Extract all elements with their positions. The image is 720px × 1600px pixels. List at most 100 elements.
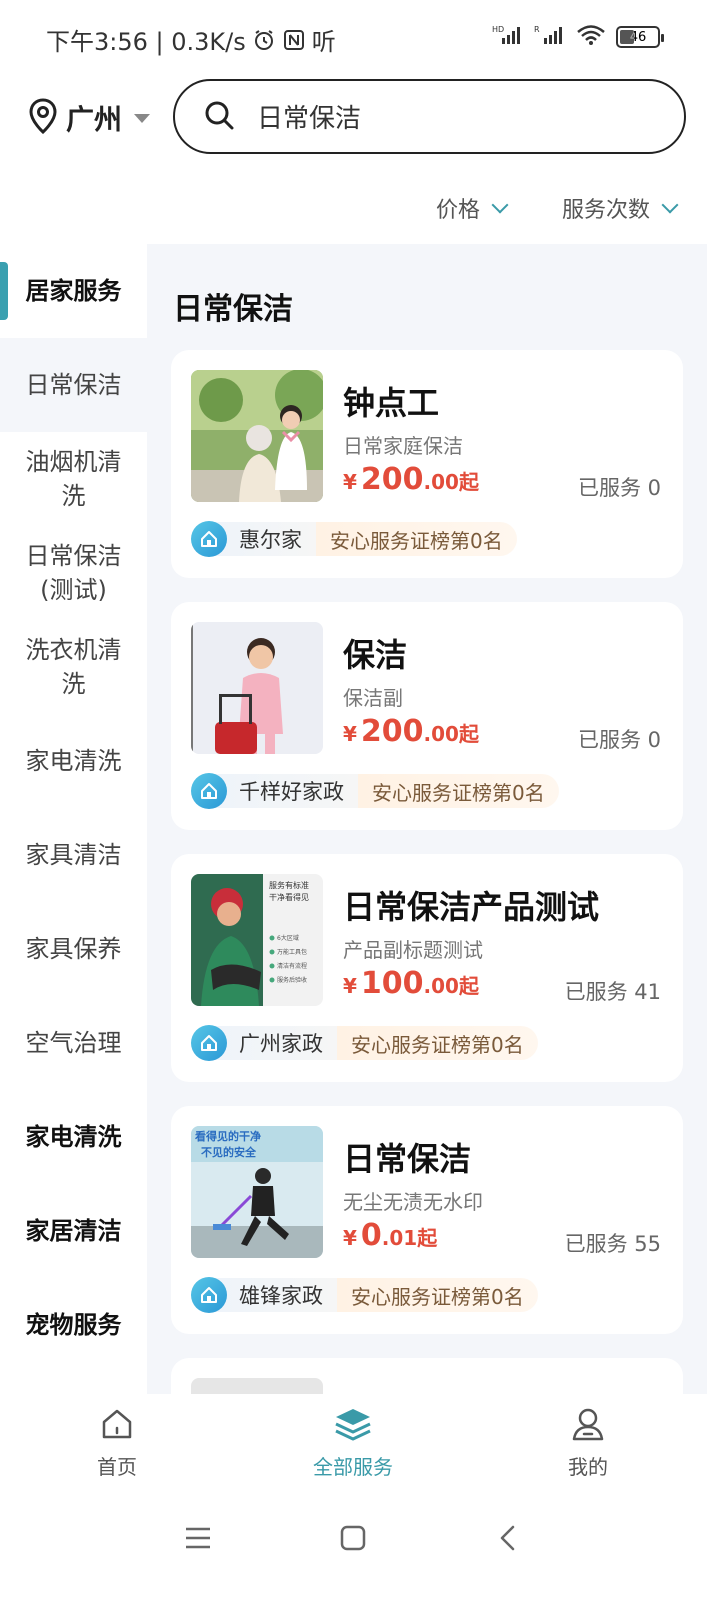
signal-hd-icon: HD [492, 24, 524, 50]
price-currency: ¥ [343, 1226, 357, 1250]
filter-service-count-label: 服务次数 [562, 198, 651, 223]
filter-price-label: 价格 [436, 198, 481, 223]
price-integer: 200 [360, 714, 424, 749]
sidebar-item-label: 空气治理 [25, 1029, 122, 1057]
sidebar-item-daily-cleaning[interactable]: 日常保洁 [0, 338, 147, 432]
filter-service-count[interactable]: 服务次数 [562, 192, 679, 224]
price-currency: ¥ [343, 722, 357, 746]
shop-tags: 千样好家政 安心服务证榜第0名 [191, 773, 559, 809]
service-price: ¥ 200 .00起 [343, 714, 479, 749]
user-icon [570, 1406, 606, 1447]
home-icon [99, 1406, 135, 1447]
signal-r-icon: R [534, 24, 566, 50]
back-icon[interactable] [494, 1524, 522, 1556]
location-pin-icon [28, 98, 58, 138]
served-count: 已服务 0 [577, 728, 661, 752]
service-name: 钟点工 [343, 384, 440, 422]
svg-text:HD: HD [492, 25, 504, 34]
sidebar-item-appliance-cleaning-category[interactable]: 家电清洗 [0, 1090, 147, 1184]
sidebar-item-furniture-cleaning[interactable]: 家具清洁 [0, 808, 147, 902]
wifi-icon [576, 24, 606, 50]
service-name: 日常保洁 [343, 1140, 472, 1178]
category-sidebar: 居家服务 日常保洁 油烟机清洗 日常保洁(测试) 洗衣机清洗 家电清洗 家具清洁… [0, 244, 147, 1394]
service-price: ¥ 200 .00起 [343, 462, 479, 497]
search-icon [203, 99, 235, 135]
sidebar-item-home-cleaning[interactable]: 家居清洁 [0, 1184, 147, 1278]
service-card[interactable]: 看得见的干净 不见的安全 日常保洁 无尘无渍无水印 ¥ 0 .01起 已服务 5… [171, 1106, 683, 1334]
nav-label: 首页 [97, 1455, 137, 1479]
home-square-icon[interactable] [339, 1524, 367, 1556]
sidebar-item-pet-service[interactable]: 宠物服务 [0, 1278, 147, 1372]
service-subtitle: 日常家庭保洁 [343, 434, 463, 458]
header: 广州 日常保洁 [0, 78, 720, 158]
service-card[interactable]: 钟点工 日常家庭保洁 ¥ 200 .00起 已服务 0 惠尔家 安心服务证榜第0… [171, 350, 683, 578]
menu-icon[interactable] [184, 1524, 212, 1556]
sidebar-item-label: 家居清洁 [25, 1217, 122, 1245]
chevron-down-icon [491, 196, 509, 214]
price-decimal: .00起 [423, 470, 479, 494]
image-text: 不见的安全 [201, 1145, 257, 1159]
served-count: 已服务 0 [577, 476, 661, 500]
sidebar-item-daily-cleaning-test[interactable]: 日常保洁(测试) [19, 526, 129, 620]
chevron-down-icon [661, 196, 679, 214]
status-time-speed: 下午3:56 | 0.3K/s [46, 28, 246, 56]
rank-badge: 安心服务证榜第0名 [358, 774, 559, 808]
sidebar-item-label: 家电清洗 [25, 747, 122, 775]
sidebar-item-label: 居家服务 [25, 277, 122, 305]
svg-text:R: R [534, 25, 540, 34]
status-right: HD R 46 [492, 24, 664, 50]
shop-tags: 广州家政 安心服务证榜第0名 [191, 1025, 538, 1061]
battery-level: 46 [629, 29, 647, 45]
service-list: 日常保洁 钟点工 日常家庭保洁 ¥ 200 .00起 已服务 0 惠尔家 安心服… [147, 244, 707, 1394]
search-value: 日常保洁 [257, 104, 362, 134]
bottom-nav: 首页 全部服务 我的 [0, 1394, 720, 1494]
nav-label: 我的 [568, 1455, 608, 1479]
filter-price[interactable]: 价格 [436, 192, 509, 224]
sidebar-item-label: 家电清洗 [25, 1123, 122, 1151]
service-subtitle: 产品副标题测试 [343, 938, 483, 962]
shop-tags: 惠尔家 安心服务证榜第0名 [191, 521, 517, 557]
service-card[interactable]: 保洁 保洁副 ¥ 200 .00起 已服务 0 千样好家政 安心服务证榜第0名 [171, 602, 683, 830]
image-text: 6大区域 [277, 934, 299, 942]
service-price: ¥ 100 .00起 [343, 966, 479, 1001]
sidebar-item-washer-cleaning[interactable]: 洗衣机清洗 [22, 620, 126, 714]
shop-name[interactable]: 雄锋家政 [209, 1278, 337, 1312]
service-thumbnail: 看得见的干净 不见的安全 [191, 1126, 323, 1258]
nav-home[interactable]: 首页 [37, 1406, 197, 1480]
sidebar-item-appliance-cleaning[interactable]: 家电清洗 [0, 714, 147, 808]
sidebar-item-furniture-care[interactable]: 家具保养 [0, 902, 147, 996]
service-name: 日常保洁产品测试 [343, 888, 600, 926]
shop-name[interactable]: 千样好家政 [209, 774, 358, 808]
service-subtitle: 无尘无渍无水印 [343, 1190, 483, 1214]
service-thumbnail [191, 370, 323, 502]
status-extra: 听 [311, 28, 336, 56]
city-selector[interactable]: 广州 [28, 98, 151, 138]
sidebar-item-home-service[interactable]: 居家服务 [0, 244, 147, 338]
status-bar: 下午3:56 | 0.3K/s 听 HD R 46 [0, 0, 720, 78]
sidebar-item-air-treatment[interactable]: 空气治理 [0, 996, 147, 1090]
shop-tags: 雄锋家政 安心服务证榜第0名 [191, 1277, 538, 1313]
sidebar-item-label: 家具保养 [25, 935, 122, 963]
sidebar-item-label: 日常保洁(测试) [25, 542, 122, 604]
sidebar-item-hood-cleaning[interactable]: 油烟机清洗 [22, 432, 126, 526]
price-decimal: .01起 [381, 1226, 438, 1250]
nav-mine[interactable]: 我的 [508, 1406, 668, 1480]
image-text: 看得见的干净 [195, 1129, 261, 1143]
nfc-icon [282, 28, 306, 52]
system-nav-bar [0, 1494, 720, 1600]
search-input[interactable]: 日常保洁 [173, 79, 686, 154]
home-icon [191, 521, 227, 557]
home-icon [191, 1025, 227, 1061]
image-text: 干净看得见 [269, 892, 309, 902]
service-card[interactable]: 服务有标准 干净看得见 6大区域 万能工具包 清洁有流程 服务后验收 日常保洁产… [171, 854, 683, 1082]
filter-bar: 价格 服务次数 [0, 180, 720, 240]
status-left: 下午3:56 | 0.3K/s 听 [46, 22, 336, 57]
price-integer: 200 [360, 462, 424, 497]
layers-icon [333, 1406, 373, 1447]
service-thumbnail [191, 1378, 323, 1394]
nav-all-services[interactable]: 全部服务 [273, 1406, 433, 1480]
shop-name[interactable]: 广州家政 [209, 1026, 337, 1060]
service-price: ¥ 0 .01起 [343, 1218, 437, 1253]
service-card[interactable] [171, 1358, 683, 1394]
sidebar-item-label: 洗衣机清洗 [25, 636, 122, 698]
